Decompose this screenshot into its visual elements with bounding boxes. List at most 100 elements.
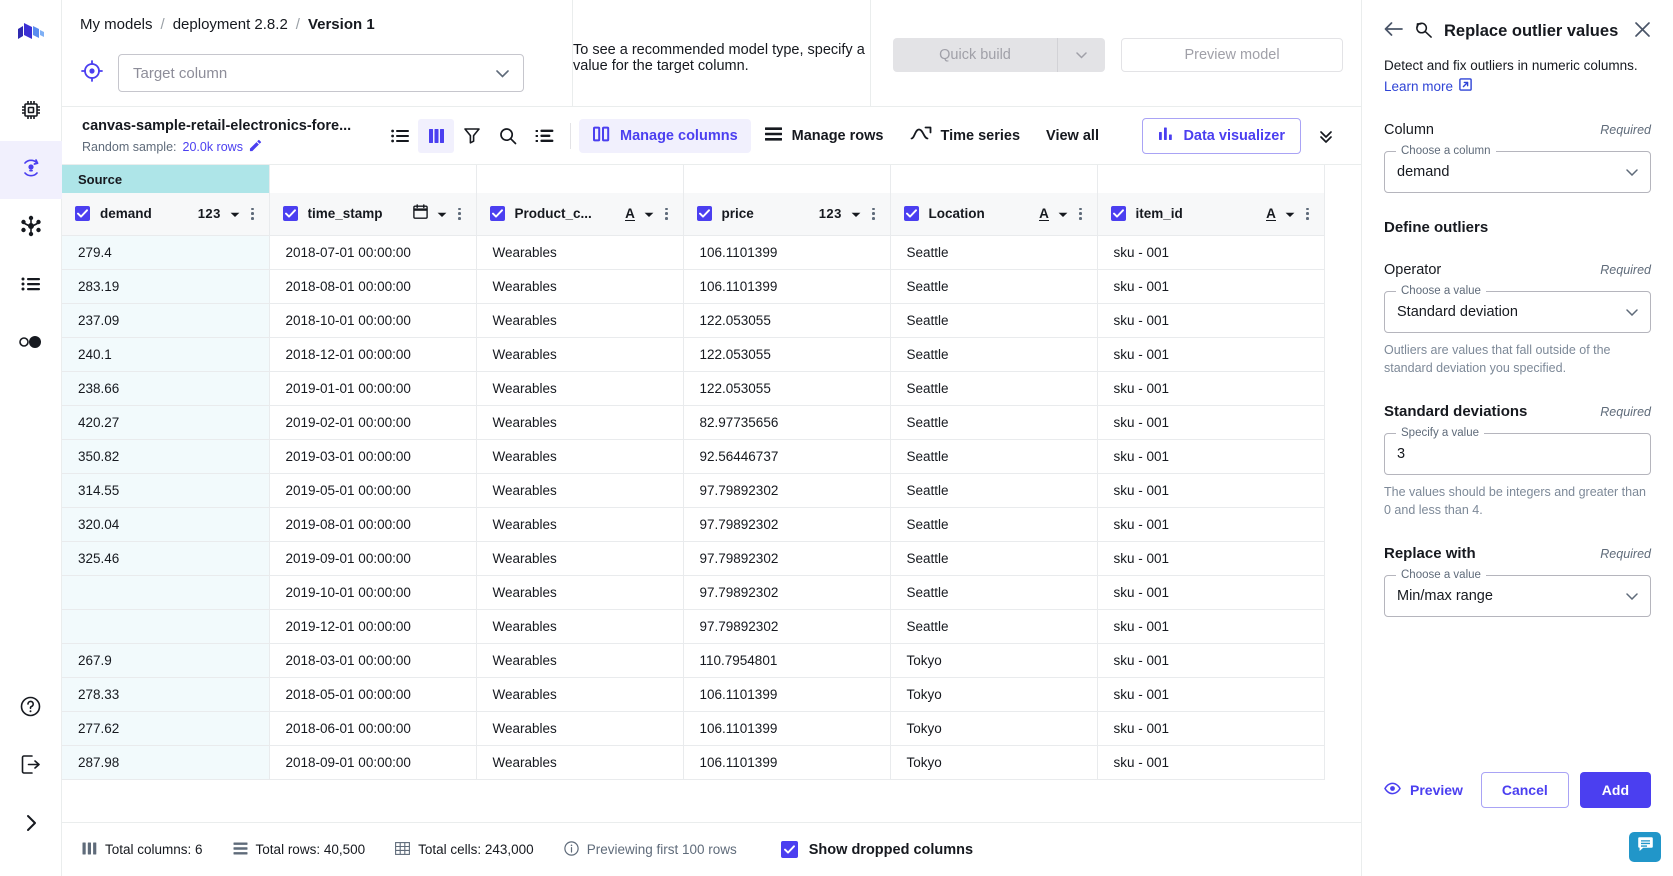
cell-price[interactable]: 122.053055 <box>683 303 890 337</box>
chat-support-button[interactable] <box>1629 832 1661 862</box>
cell-time-stamp[interactable]: 2019-03-01 00:00:00 <box>269 439 476 473</box>
column-header-location[interactable]: LocationA <box>890 193 1097 235</box>
cell-product-c-[interactable]: Wearables <box>476 745 683 779</box>
cell-price[interactable]: 97.79892302 <box>683 609 890 643</box>
table-row[interactable]: 278.332018-05-01 00:00:00Wearables106.11… <box>62 677 1324 711</box>
sample-rows-value[interactable]: 20.0k rows <box>183 140 243 154</box>
column-menu-icon[interactable] <box>1304 208 1311 220</box>
cell-demand[interactable]: 287.98 <box>62 745 269 779</box>
rail-item-expand[interactable] <box>0 796 62 854</box>
preview-model-button[interactable]: Preview model <box>1121 38 1343 72</box>
list-view-icon[interactable] <box>382 119 418 153</box>
cell-item-id[interactable]: sku - 001 <box>1097 575 1324 609</box>
data-grid-container[interactable]: Source demand123time_stampProduct_c...Ap… <box>62 165 1361 822</box>
cell-demand[interactable]: 420.27 <box>62 405 269 439</box>
cell-time-stamp[interactable]: 2018-09-01 00:00:00 <box>269 745 476 779</box>
breadcrumb-my-models[interactable]: My models <box>80 16 153 33</box>
cell-product-c-[interactable]: Wearables <box>476 405 683 439</box>
cell-location[interactable]: Seattle <box>890 609 1097 643</box>
cell-item-id[interactable]: sku - 001 <box>1097 473 1324 507</box>
cell-product-c-[interactable]: Wearables <box>476 609 683 643</box>
table-row[interactable]: 237.092018-10-01 00:00:00Wearables122.05… <box>62 303 1324 337</box>
column-checkbox[interactable] <box>283 206 298 221</box>
cell-product-c-[interactable]: Wearables <box>476 507 683 541</box>
cell-time-stamp[interactable]: 2019-08-01 00:00:00 <box>269 507 476 541</box>
cell-product-c-[interactable]: Wearables <box>476 337 683 371</box>
cancel-button[interactable]: Cancel <box>1481 772 1569 808</box>
cell-product-c-[interactable]: Wearables <box>476 473 683 507</box>
chevron-down-icon[interactable] <box>1285 205 1295 223</box>
quick-build-dropdown-button[interactable] <box>1058 38 1105 72</box>
column-menu-icon[interactable] <box>249 208 256 220</box>
time-series-tab[interactable]: Time series <box>897 119 1034 153</box>
rail-item-models[interactable] <box>0 83 62 141</box>
column-checkbox[interactable] <box>75 206 90 221</box>
target-column-select[interactable]: Target column <box>118 54 524 92</box>
table-row[interactable]: 325.462019-09-01 00:00:00Wearables97.798… <box>62 541 1324 575</box>
add-button[interactable]: Add <box>1580 772 1651 808</box>
cell-demand[interactable]: 325.46 <box>62 541 269 575</box>
cell-item-id[interactable]: sku - 001 <box>1097 711 1324 745</box>
rail-item-network[interactable] <box>0 199 62 257</box>
cell-item-id[interactable]: sku - 001 <box>1097 643 1324 677</box>
cell-item-id[interactable]: sku - 001 <box>1097 371 1324 405</box>
cell-demand[interactable] <box>62 575 269 609</box>
rail-item-list[interactable] <box>0 257 62 315</box>
cell-location[interactable]: Tokyo <box>890 745 1097 779</box>
manage-rows-tab[interactable]: Manage rows <box>751 119 897 153</box>
cell-price[interactable]: 106.1101399 <box>683 677 890 711</box>
cell-demand[interactable]: 267.9 <box>62 643 269 677</box>
back-arrow-icon[interactable] <box>1384 21 1403 42</box>
cell-product-c-[interactable]: Wearables <box>476 371 683 405</box>
table-row[interactable]: 238.662019-01-01 00:00:00Wearables122.05… <box>62 371 1324 405</box>
cell-price[interactable]: 97.79892302 <box>683 507 890 541</box>
edit-pencil-icon[interactable] <box>249 139 262 155</box>
column-header-price[interactable]: price123 <box>683 193 890 235</box>
cell-time-stamp[interactable]: 2019-12-01 00:00:00 <box>269 609 476 643</box>
cell-product-c-[interactable]: Wearables <box>476 235 683 269</box>
column-select[interactable]: Choose a column demand <box>1384 151 1651 193</box>
column-header-time-stamp[interactable]: time_stamp <box>269 193 476 235</box>
quick-build-button[interactable]: Quick build <box>893 38 1058 72</box>
cell-location[interactable]: Seattle <box>890 541 1097 575</box>
table-row[interactable]: 420.272019-02-01 00:00:00Wearables82.977… <box>62 405 1324 439</box>
cell-time-stamp[interactable]: 2018-12-01 00:00:00 <box>269 337 476 371</box>
cell-time-stamp[interactable]: 2018-10-01 00:00:00 <box>269 303 476 337</box>
breadcrumb-deployment[interactable]: deployment 2.8.2 <box>173 16 288 33</box>
cell-price[interactable]: 110.7954801 <box>683 643 890 677</box>
cell-location[interactable]: Seattle <box>890 405 1097 439</box>
cell-time-stamp[interactable]: 2018-08-01 00:00:00 <box>269 269 476 303</box>
cell-item-id[interactable]: sku - 001 <box>1097 507 1324 541</box>
cell-item-id[interactable]: sku - 001 <box>1097 235 1324 269</box>
filter-icon[interactable] <box>454 119 490 153</box>
cell-item-id[interactable]: sku - 001 <box>1097 303 1324 337</box>
cell-location[interactable]: Seattle <box>890 337 1097 371</box>
chevron-down-icon[interactable] <box>437 205 447 223</box>
chevron-down-icon[interactable] <box>230 205 240 223</box>
cell-demand[interactable]: 279.4 <box>62 235 269 269</box>
table-row[interactable]: 2019-12-01 00:00:00Wearables97.79892302S… <box>62 609 1324 643</box>
cell-location[interactable]: Tokyo <box>890 677 1097 711</box>
cell-price[interactable]: 106.1101399 <box>683 745 890 779</box>
table-row[interactable]: 240.12018-12-01 00:00:00Wearables122.053… <box>62 337 1324 371</box>
cell-time-stamp[interactable]: 2018-03-01 00:00:00 <box>269 643 476 677</box>
cell-product-c-[interactable]: Wearables <box>476 303 683 337</box>
cell-item-id[interactable]: sku - 001 <box>1097 405 1324 439</box>
column-checkbox[interactable] <box>1111 206 1126 221</box>
cell-product-c-[interactable]: Wearables <box>476 269 683 303</box>
table-row[interactable]: 283.192018-08-01 00:00:00Wearables106.11… <box>62 269 1324 303</box>
cell-product-c-[interactable]: Wearables <box>476 643 683 677</box>
replace-with-select[interactable]: Choose a value Min/max range <box>1384 575 1651 617</box>
cell-item-id[interactable]: sku - 001 <box>1097 337 1324 371</box>
column-menu-icon[interactable] <box>663 208 670 220</box>
chevron-down-icon[interactable] <box>1058 205 1068 223</box>
chevron-down-icon[interactable] <box>644 205 654 223</box>
cell-product-c-[interactable]: Wearables <box>476 439 683 473</box>
cell-price[interactable]: 97.79892302 <box>683 473 890 507</box>
rail-item-toggle[interactable] <box>0 315 62 373</box>
column-header-product-c-[interactable]: Product_c...A <box>476 193 683 235</box>
rail-item-signout[interactable] <box>0 738 62 796</box>
manage-columns-tab[interactable]: Manage columns <box>579 119 751 153</box>
cell-location[interactable]: Seattle <box>890 235 1097 269</box>
cell-time-stamp[interactable]: 2019-09-01 00:00:00 <box>269 541 476 575</box>
